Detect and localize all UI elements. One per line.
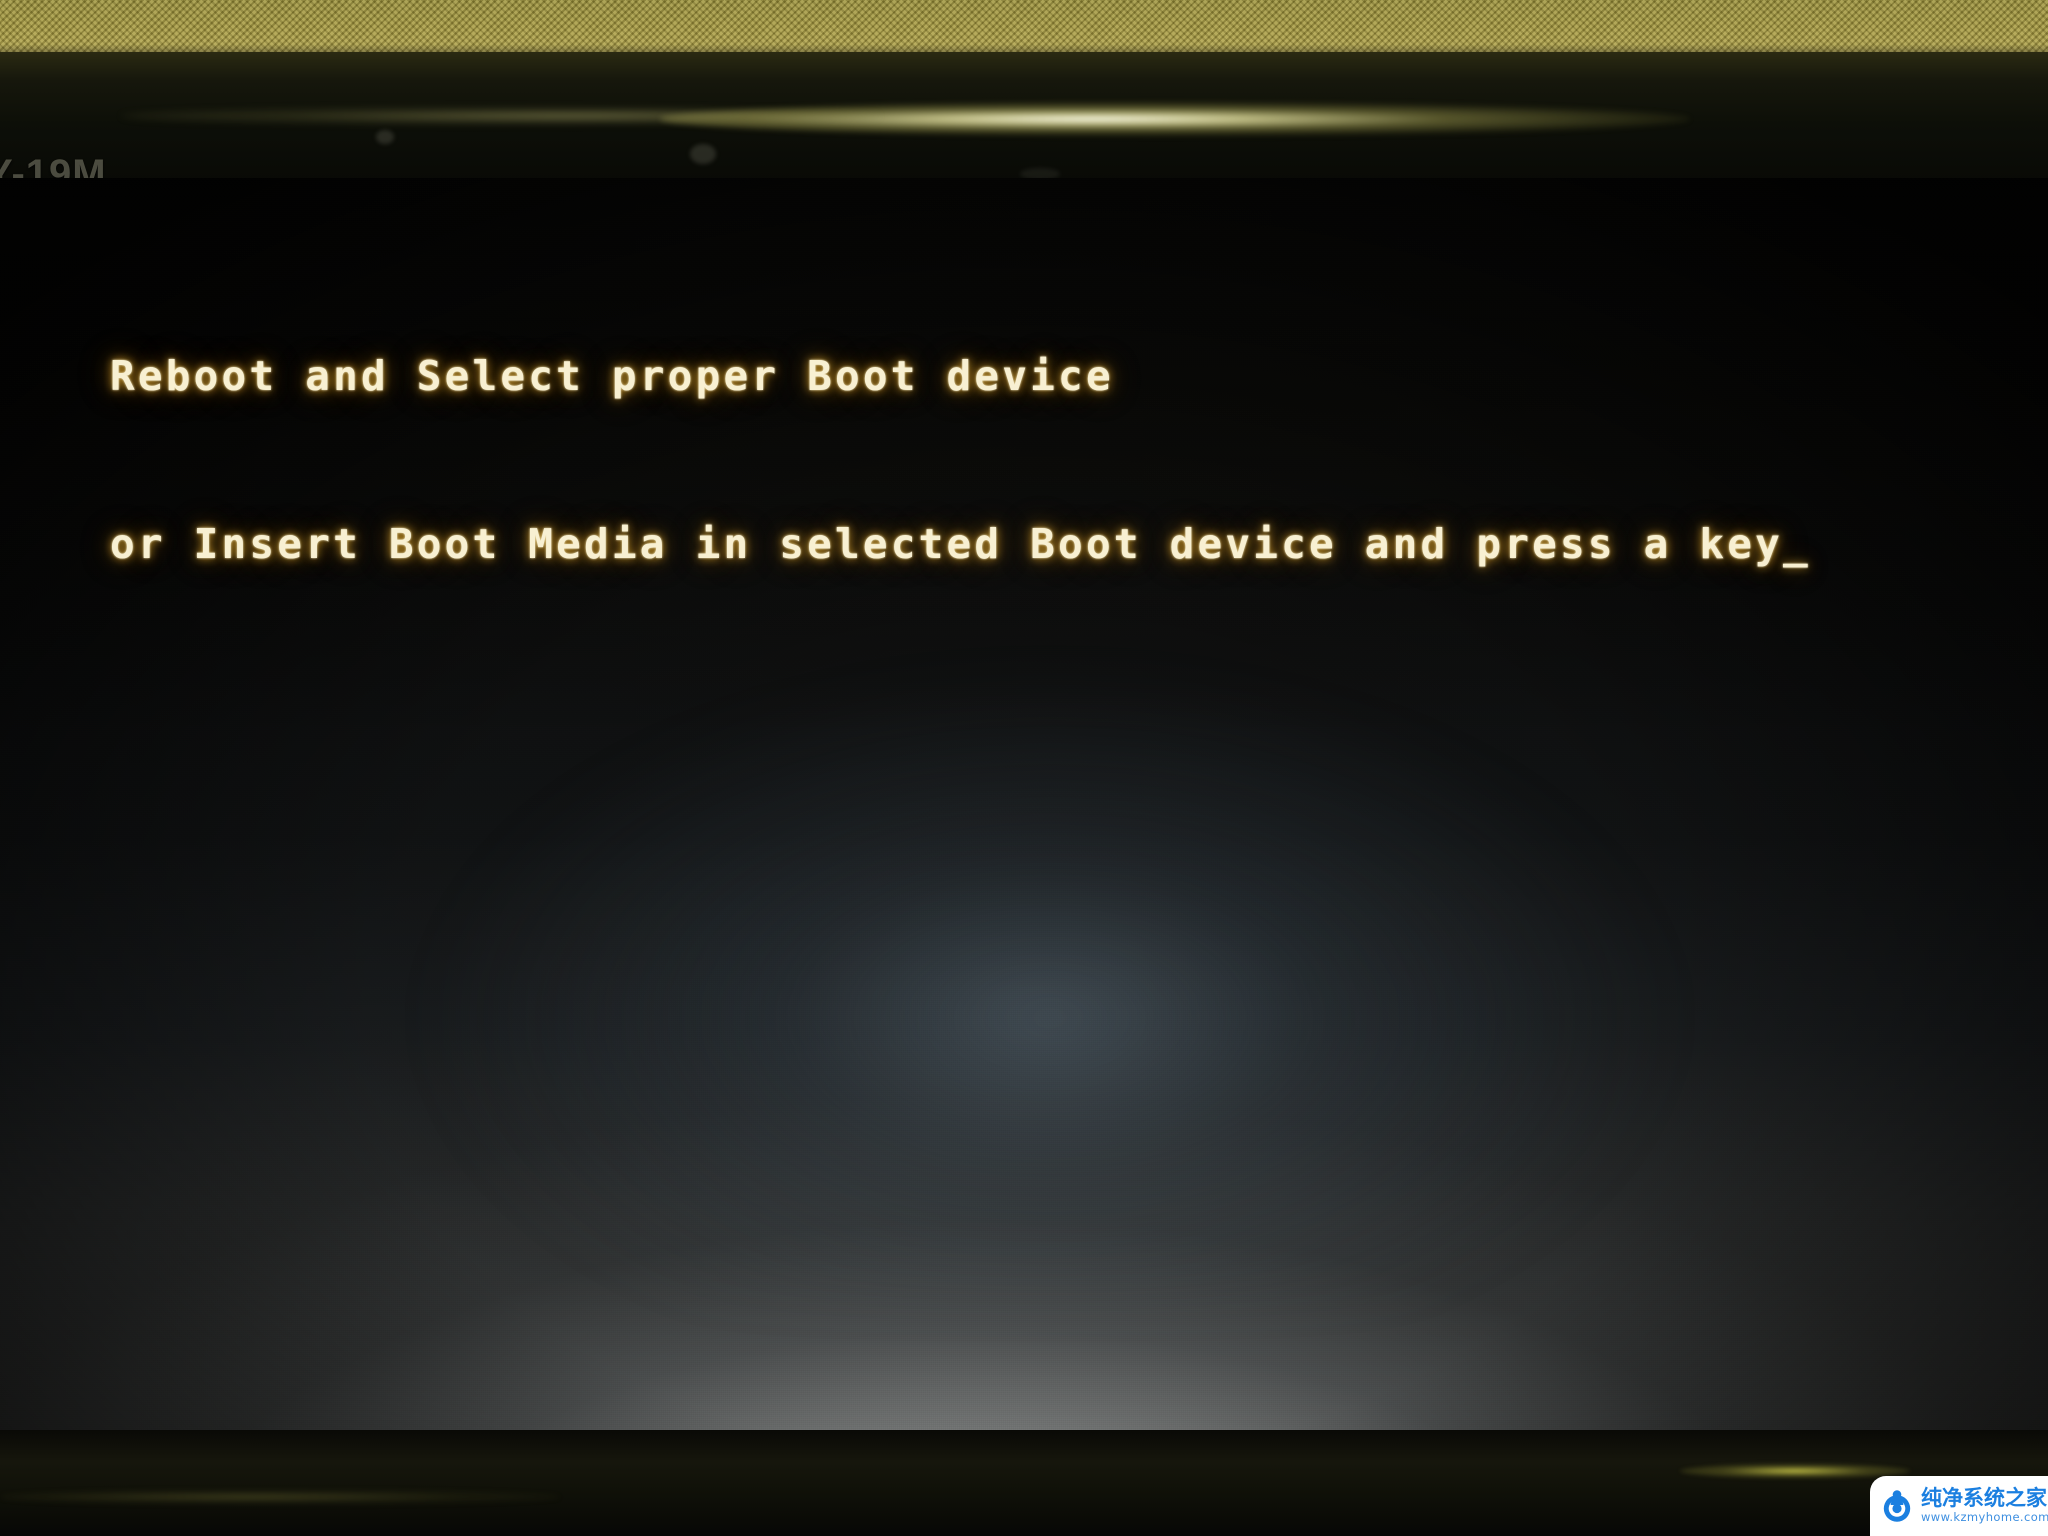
watermark-url: www.kzmyhome.com [1921,1510,2048,1525]
monitor-top-bezel: Y-19M [0,52,2048,196]
watermark-text: 纯净系统之家 www.kzmyhome.com [1921,1488,2048,1524]
bottom-bezel-highlight [1680,1464,1910,1478]
bios-boot-error-message: Reboot and Select proper Boot device or … [110,236,1811,684]
monitor-photo: Y-19M Reboot and Select proper Boot devi… [0,0,2048,1536]
monitor-bottom-bezel [0,1430,2048,1536]
bezel-dust-speck [376,130,394,144]
bios-message-line-2: or Insert Boot Media in selected Boot de… [110,520,1784,568]
bios-message-line-2-wrapper: or Insert Boot Media in selected Boot de… [110,516,1811,572]
bezel-dust-speck [690,144,716,164]
lcd-screen: Reboot and Select proper Boot device or … [0,178,2048,1442]
bezel-specular-highlight-secondary [120,108,880,124]
watermark-title: 纯净系统之家 [1921,1486,2047,1511]
person-in-circle-icon [1880,1489,1914,1523]
site-watermark: 纯净系统之家 www.kzmyhome.com [1870,1476,2048,1536]
bios-message-line-1: Reboot and Select proper Boot device [110,352,1114,400]
text-cursor: _ [1783,520,1811,568]
bottom-bezel-highlight-left [0,1490,560,1504]
